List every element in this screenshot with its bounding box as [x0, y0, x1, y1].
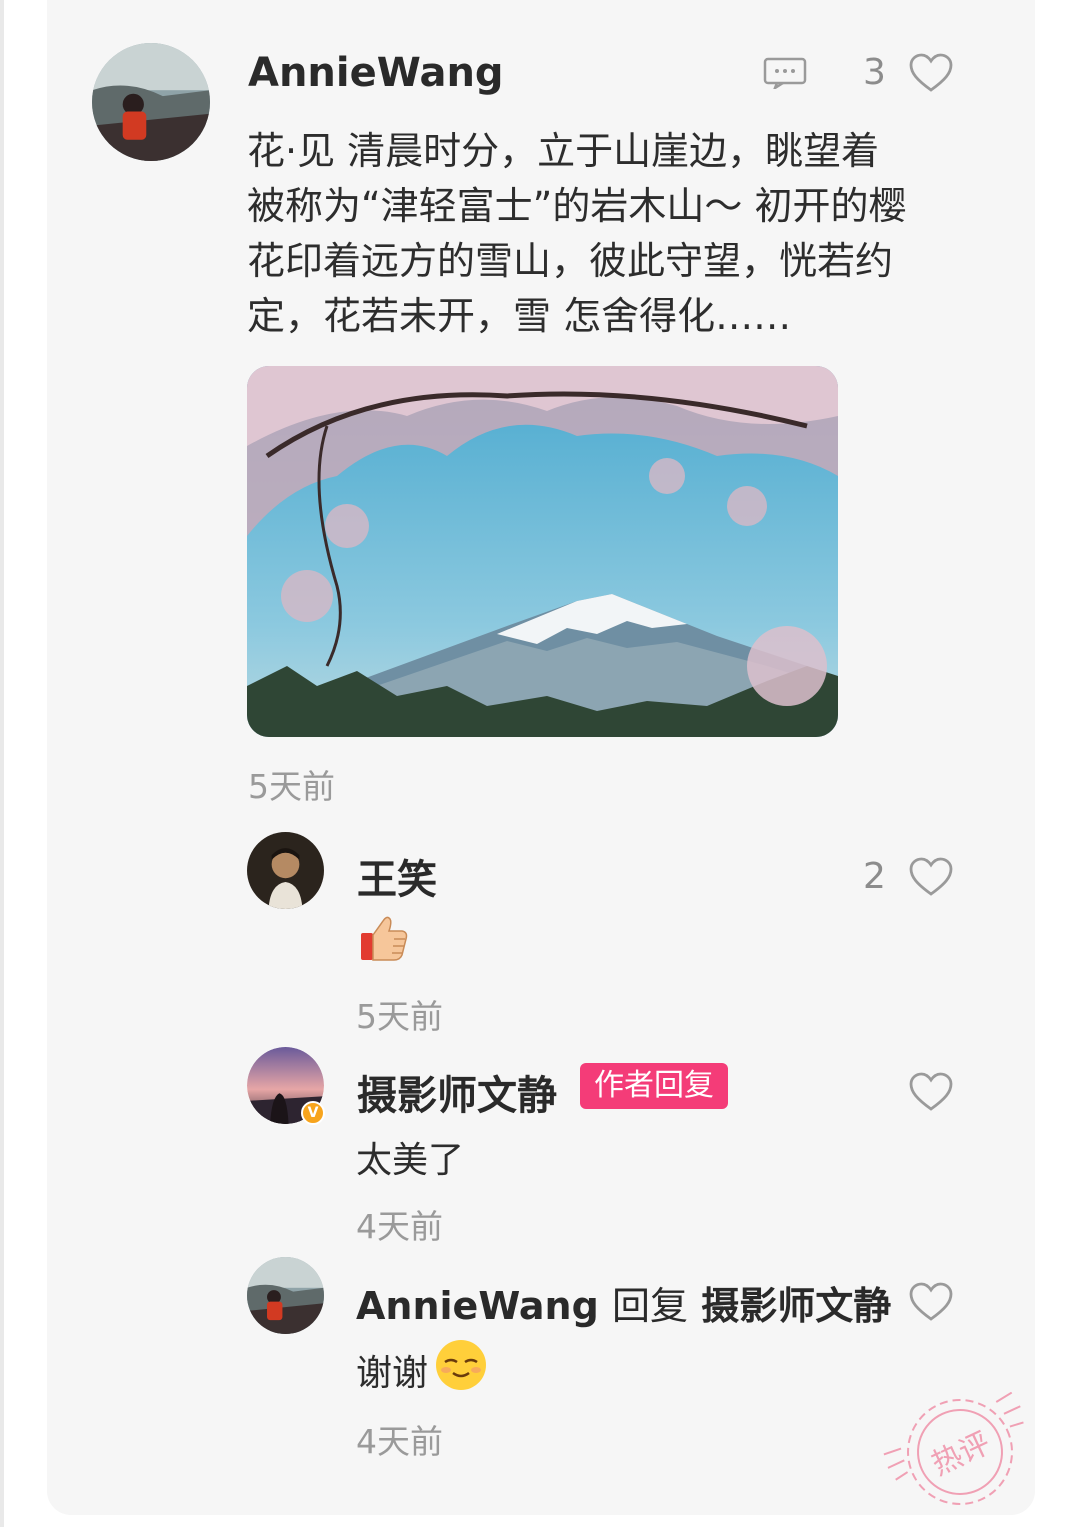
smile-emoji-icon: [436, 1340, 486, 1390]
stamp-text: 热评: [926, 1426, 995, 1483]
reply-1-like-count: 2: [863, 856, 886, 897]
main-text-line-4: 定，花若未开，雪 怎舍得化……: [247, 294, 792, 338]
reply-1-timestamp: 5天前: [356, 997, 443, 1036]
heart-icon[interactable]: [909, 857, 953, 897]
heart-icon[interactable]: [909, 1282, 953, 1322]
verified-badge: V: [301, 1101, 325, 1125]
main-timestamp: 5天前: [248, 767, 335, 806]
comment-photo[interactable]: [247, 366, 838, 737]
reply-word: 回复: [612, 1284, 689, 1328]
reply-to-username[interactable]: 摄影师文静: [701, 1284, 891, 1328]
heart-icon[interactable]: [909, 53, 953, 93]
left-edge: [0, 0, 4, 1527]
reply-3-username[interactable]: AnnieWang: [356, 1284, 599, 1328]
main-like-count: 3: [863, 52, 886, 93]
author-reply-badge: 作者回复: [580, 1063, 728, 1109]
reply-1-username[interactable]: 王笑: [357, 847, 437, 905]
main-text-line-3: 花印着远方的雪山，彼此守望，恍若约: [247, 239, 894, 283]
comment-menu-icon[interactable]: [763, 57, 807, 89]
thumbs-up-icon: [361, 916, 408, 961]
heart-icon[interactable]: [909, 1072, 953, 1112]
main-text-line-2: 被称为“津轻富士”的岩木山～ 初开的樱: [247, 184, 907, 228]
reply-3-header: AnnieWang 回复 摄影师文静: [356, 1275, 891, 1330]
avatar-wangxiao[interactable]: [247, 832, 324, 909]
hot-comment-stamp-icon: 热评: [883, 1392, 1024, 1505]
reply-3-text: 谢谢: [356, 1353, 429, 1394]
avatar-photographer-wenjing[interactable]: V: [247, 1047, 325, 1125]
avatar-anniewang-small[interactable]: [247, 1257, 324, 1334]
main-text-line-1: 花·见 清晨时分，立于山崖边，眺望着: [247, 129, 880, 173]
main-username[interactable]: AnnieWang: [248, 50, 504, 96]
reply-3-timestamp: 4天前: [356, 1422, 443, 1461]
reply-2-text: 太美了: [356, 1140, 465, 1181]
main-comment-text: 花·见 清晨时分，立于山崖边，眺望着 被称为“津轻富士”的岩木山～ 初开的樱 花…: [247, 124, 967, 344]
reply-2-username[interactable]: 摄影师文静: [357, 1063, 557, 1121]
avatar-anniewang[interactable]: [92, 43, 210, 161]
reply-2-timestamp: 4天前: [356, 1207, 443, 1246]
